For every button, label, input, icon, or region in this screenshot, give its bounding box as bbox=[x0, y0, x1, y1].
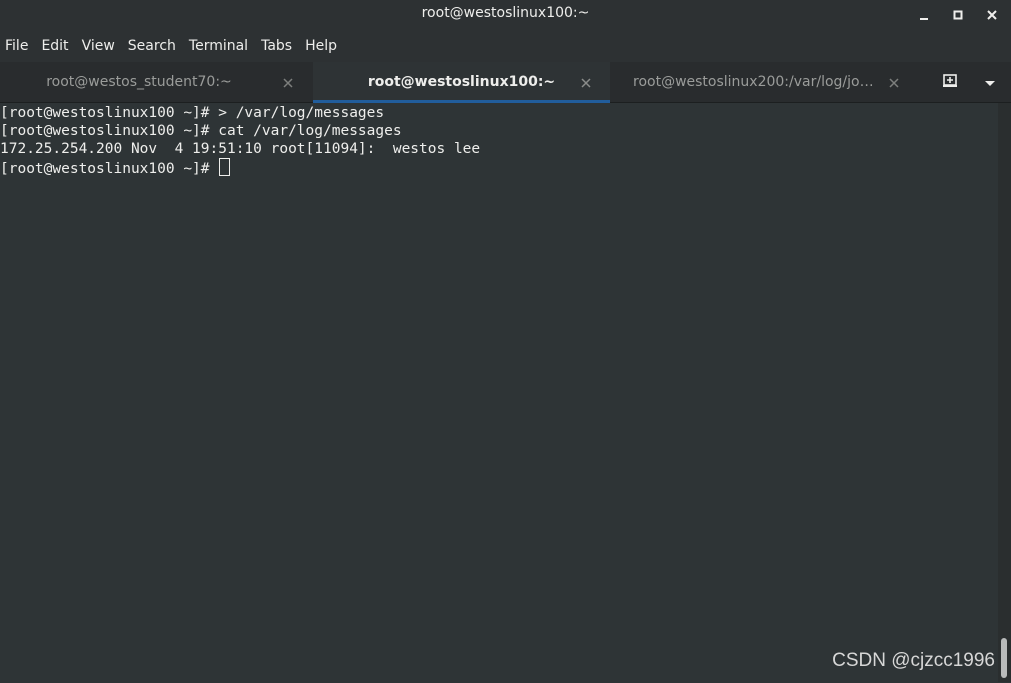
window-title: root@westoslinux100:~ bbox=[421, 5, 590, 21]
terminal-line: [root@westoslinux100 ~]# cat /var/log/me… bbox=[0, 123, 402, 139]
close-icon bbox=[581, 73, 591, 92]
tab-label: root@westoslinux100:~ bbox=[367, 74, 556, 90]
menu-edit[interactable]: Edit bbox=[36, 38, 75, 54]
terminal-cursor bbox=[219, 158, 231, 176]
close-icon bbox=[283, 73, 293, 92]
tab-westos-student70[interactable]: root@westos_student70:~ bbox=[0, 62, 312, 102]
terminal-scrollbar[interactable] bbox=[998, 103, 1011, 682]
menu-search[interactable]: Search bbox=[123, 38, 183, 54]
menu-tabs[interactable]: Tabs bbox=[256, 38, 299, 54]
tab-bar: root@westos_student70:~ root@westoslinux… bbox=[0, 62, 1011, 103]
tab-close-button[interactable] bbox=[886, 74, 902, 90]
close-button[interactable] bbox=[981, 4, 1003, 26]
minimize-icon bbox=[919, 10, 929, 20]
tab-label: root@westoslinux200:/var/log/jour… bbox=[633, 74, 882, 90]
new-tab-icon bbox=[942, 72, 958, 92]
menu-view[interactable]: View bbox=[77, 38, 122, 54]
close-icon bbox=[889, 73, 899, 92]
terminal-prompt-line: [root@westoslinux100 ~]# bbox=[0, 158, 998, 177]
tab-close-button[interactable] bbox=[280, 74, 296, 90]
terminal-prompt: [root@westoslinux100 ~]# bbox=[0, 161, 219, 177]
tab-menu-button[interactable] bbox=[978, 70, 1002, 94]
watermark: CSDN @cjzcc1996 bbox=[832, 650, 995, 671]
close-icon bbox=[987, 10, 997, 20]
menu-terminal[interactable]: Terminal bbox=[184, 38, 255, 54]
terminal-line: 172.25.254.200 Nov 4 19:51:10 root[11094… bbox=[0, 141, 481, 157]
menu-bar: File Edit View Search Terminal Tabs Help bbox=[0, 30, 1011, 62]
tab-westoslinux100[interactable]: root@westoslinux100:~ bbox=[313, 62, 610, 103]
maximize-icon bbox=[953, 10, 963, 20]
maximize-button[interactable] bbox=[947, 4, 969, 26]
menu-file[interactable]: File bbox=[0, 38, 35, 54]
terminal-line: [root@westoslinux100 ~]# > /var/log/mess… bbox=[0, 105, 385, 121]
title-bar: root@westoslinux100:~ bbox=[0, 0, 1011, 30]
terminal-output[interactable]: [root@westoslinux100 ~]# > /var/log/mess… bbox=[0, 103, 998, 683]
scrollbar-thumb[interactable] bbox=[1001, 638, 1007, 678]
tab-label: root@westos_student70:~ bbox=[46, 74, 232, 90]
new-tab-button[interactable] bbox=[938, 70, 962, 94]
tab-close-button[interactable] bbox=[578, 74, 594, 90]
minimize-button[interactable] bbox=[913, 4, 935, 26]
tab-westoslinux200[interactable]: root@westoslinux200:/var/log/jour… bbox=[611, 62, 918, 102]
menu-help[interactable]: Help bbox=[300, 38, 344, 54]
chevron-down-icon bbox=[984, 73, 996, 92]
